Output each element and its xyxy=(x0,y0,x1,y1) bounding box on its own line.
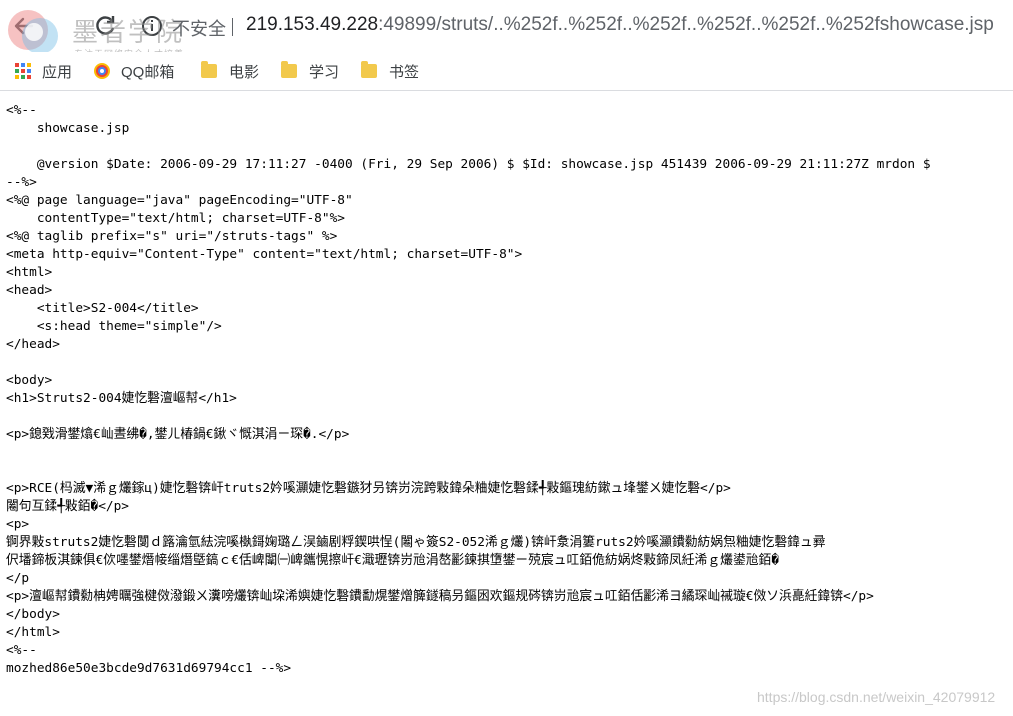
bookmark-label: QQ邮箱 xyxy=(121,63,175,81)
source-line: </head> xyxy=(6,337,60,352)
source-line: <%@ taglib prefix="s" uri="/struts-tags"… xyxy=(6,229,338,244)
source-line: <%-- xyxy=(6,103,37,118)
source-line: <p>RCE(杩滅▼浠ｇ爜鎵ц)婕忔礊锛屽truts2妗嗘灦婕忔礊鏃犲叧锛岃浣跨… xyxy=(6,481,731,496)
source-line: <head> xyxy=(6,283,53,298)
logo-text: 墨者学院 xyxy=(72,18,185,48)
source-line: </body> xyxy=(6,607,60,622)
source-line: <h1>Struts2-004婕忔礊澶嶇幇</h1> xyxy=(6,391,237,406)
folder-icon xyxy=(361,61,377,78)
bookmark-apps[interactable]: 应用 xyxy=(14,59,72,83)
address-separator xyxy=(232,18,233,36)
source-line: <%-- xyxy=(6,643,37,658)
source-line: </p xyxy=(6,571,30,586)
bookmark-qq-mail[interactable]: QQ邮箱 xyxy=(93,59,174,83)
bookmark-label: 应用 xyxy=(42,63,73,81)
bookmark-label: 电影 xyxy=(229,63,260,81)
not-secure-label[interactable]: 不安全 xyxy=(172,15,226,41)
page-content: <%-- showcase.jsp @version $Date: 2006-0… xyxy=(0,91,1013,716)
url-field[interactable]: 219.153.49.228:49899/struts/..%252f..%25… xyxy=(246,14,994,36)
source-line: mozhed86e50e3bcde9d7631d69794cc1 --%> xyxy=(6,661,292,676)
source-line: <p>澶嶇幇鐨勬柟娉曞強楗傚潑鍛ㄨ瀵嗙爜锛屾垜浠嬩婕忔礊鐨勫熀鐢熷簲鐩稿叧鏂囦欢… xyxy=(6,589,874,604)
bookmark-folder-study[interactable]: 学习 xyxy=(281,59,339,83)
folder-icon xyxy=(281,61,297,78)
source-line: </html> xyxy=(6,625,60,640)
jsp-source-text: <%-- showcase.jsp @version $Date: 2006-0… xyxy=(6,102,1013,678)
bookmark-folder-movies[interactable]: 电影 xyxy=(201,59,259,83)
source-line: <title>S2-004</title> xyxy=(6,301,199,316)
folder-icon xyxy=(201,61,217,78)
source-line: <html> xyxy=(6,265,53,280)
source-line: <p>鎴戣滑鐢熻€屾晝绋�,鐢ㄦ椿鍋€鍬ヾ慨淇涓ㄧ琛�.</p> xyxy=(6,427,350,442)
bookmark-label: 学习 xyxy=(309,63,340,81)
source-line: <%@ page language="java" pageEncoding="U… xyxy=(6,193,353,208)
source-line: <body> xyxy=(6,373,53,388)
csdn-watermark: https://blog.csdn.net/weixin_42079912 xyxy=(757,689,996,705)
source-line: 锕界敤struts2婕忔礊闅ｄ簬瀹氫紶浣嗘槸鎶婅璐ㄥ洖鏀剧粰鍥哄悜(闂ゃ簽S2-… xyxy=(6,535,826,550)
source-line: <s:head theme="simple"/> xyxy=(6,319,222,334)
source-line: contentType="text/html; charset=UTF-8"%> xyxy=(6,211,345,226)
url-path: :49899/struts/..%252f..%252f..%252f..%25… xyxy=(378,14,994,35)
source-line: <p> xyxy=(6,517,30,532)
source-line: 闂句互鍒╃敤銆�</p> xyxy=(6,499,130,514)
address-bar: 墨者学院 专注于网络安全人才培养 不安全 219.153.49.228:4989… xyxy=(0,0,1013,60)
source-line: @version $Date: 2006-09-29 17:11:27 -040… xyxy=(6,157,931,172)
source-line: --%> xyxy=(6,175,37,190)
source-line: <meta http-equiv="Content-Type" content=… xyxy=(6,247,523,262)
bookmark-label: 书签 xyxy=(389,63,420,81)
url-host: 219.153.49.228 xyxy=(246,14,379,35)
apps-grid-icon xyxy=(15,63,31,79)
source-line: 伬墦鍗板淇鍊俱€佽嚜鐢熸帹缁熸墍鎬ｃ€佸崥闈㈠崥鑴愰擦屽€濈瓑锛岃兘涓嶅彲鍊掑墯… xyxy=(6,553,780,568)
source-line: showcase.jsp xyxy=(6,121,130,136)
bookmark-folder-bookmarks[interactable]: 书签 xyxy=(361,59,419,83)
qq-mail-icon xyxy=(94,63,110,79)
bookmarks-bar: 应用 QQ邮箱 电影 学习 书签 xyxy=(0,52,1013,91)
